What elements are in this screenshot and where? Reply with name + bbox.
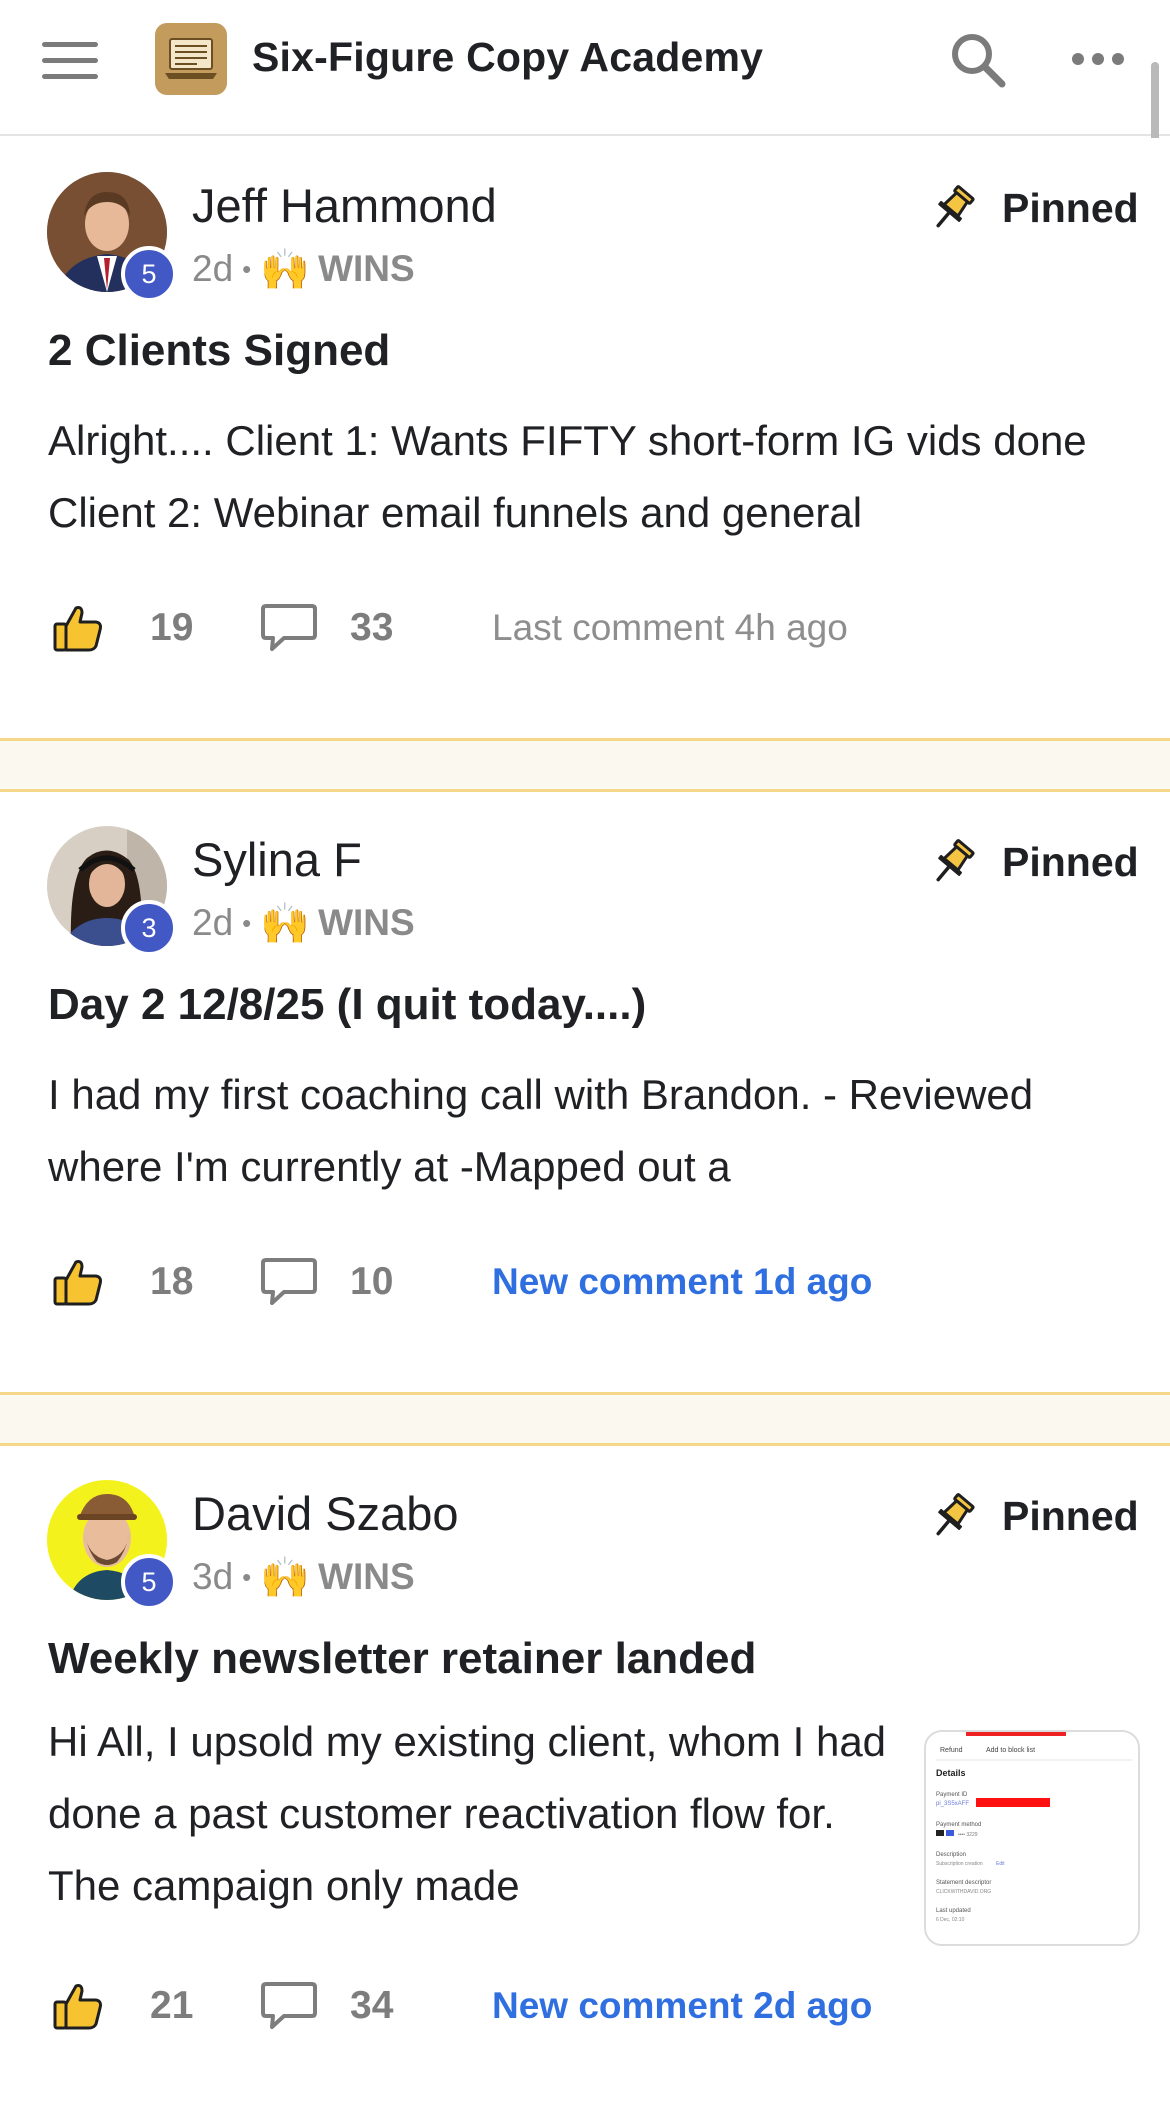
pinned-label: Pinned: [1002, 838, 1139, 885]
post-title[interactable]: 2 Clients Signed: [48, 326, 390, 376]
payment-details-preview: Refund Add to block list Details Payment…: [936, 1732, 1132, 1923]
comment-button[interactable]: 10: [260, 1256, 430, 1308]
author-name[interactable]: Jeff Hammond: [192, 178, 497, 233]
post-card[interactable]: 5 Jeff Hammond 2d • 🙌 WINS Pinned 2 Clie…: [0, 138, 1170, 738]
pinned-indicator: Pinned: [928, 178, 1139, 238]
thumbs-up-icon: [53, 1260, 102, 1306]
post-time: 2d: [192, 248, 234, 289]
author-name[interactable]: David Szabo: [192, 1486, 459, 1541]
post-time: 2d: [192, 902, 234, 943]
category-label[interactable]: WINS: [318, 248, 415, 290]
pinned-indicator: Pinned: [928, 1486, 1139, 1546]
post-meta: 2d • 🙌 WINS: [192, 898, 415, 948]
pinned-indicator: Pinned: [928, 832, 1139, 892]
raising-hands-icon: 🙌: [260, 247, 311, 292]
like-count: 18: [150, 1260, 194, 1303]
updated-value: 6 Dec, 02:10: [936, 1917, 965, 1923]
comment-bubble-icon: [261, 1258, 317, 1305]
comment-count: 33: [350, 606, 394, 649]
category-label[interactable]: WINS: [318, 1556, 415, 1598]
avatar[interactable]: 3: [47, 826, 183, 956]
block-list-label: Add to block list: [986, 1747, 1035, 1754]
statement-value: CLICKWITHDAVID.ORG: [936, 1889, 991, 1895]
pin-icon: [936, 185, 975, 228]
pin-icon: [936, 839, 975, 882]
raising-hands-icon: 🙌: [260, 901, 311, 946]
thumbs-up-icon: [53, 1984, 102, 2030]
comment-button[interactable]: 33: [260, 602, 430, 654]
top-bar: Six-Figure Copy Academy: [0, 0, 1170, 136]
avatar[interactable]: 5: [47, 1480, 183, 1610]
description-value: Subscription creation: [936, 1861, 983, 1867]
level-badge: 5: [121, 1554, 177, 1610]
details-heading: Details: [936, 1768, 966, 1778]
comment-bubble-icon: [261, 604, 317, 651]
like-count: 19: [150, 606, 194, 649]
post-card[interactable]: 3 Sylina F 2d • 🙌 WINS Pinned Day 2 12/8…: [0, 792, 1170, 1392]
last-comment-time: Last comment 4h ago: [492, 607, 848, 648]
payment-method-value: •••• 3229: [958, 1832, 978, 1838]
post-actions: 21 34 New comment 2d ago: [52, 1976, 872, 2036]
comment-button[interactable]: 34: [260, 1980, 430, 2032]
post-title[interactable]: Weekly newsletter retainer landed: [48, 1634, 756, 1684]
post-actions: 19 33 Last comment 4h ago: [52, 598, 848, 658]
post-card[interactable]: 5 David Szabo 3d • 🙌 WINS Pinned Weekly …: [0, 1446, 1170, 2116]
author-name[interactable]: Sylina F: [192, 832, 362, 887]
pinned-label: Pinned: [1002, 184, 1139, 231]
like-button[interactable]: 21: [52, 1980, 230, 2032]
level-badge: 3: [121, 900, 177, 956]
post-time: 3d: [192, 1556, 234, 1597]
category-label[interactable]: WINS: [318, 902, 415, 944]
payment-id-value: pi_3S5xAFF: [936, 1801, 969, 1807]
comment-count: 10: [350, 1260, 394, 1303]
attachment-thumbnail[interactable]: Refund Add to block list Details Payment…: [924, 1730, 1140, 1946]
comment-bubble-icon: [261, 1982, 317, 2029]
comment-count: 34: [350, 1984, 394, 2027]
statement-label: Statement descriptor: [936, 1880, 991, 1886]
payment-id-label: Payment ID: [936, 1792, 968, 1798]
meta-separator: •: [242, 253, 252, 284]
description-label: Description: [936, 1852, 966, 1858]
post-separator: [0, 1392, 1170, 1446]
meta-separator: •: [242, 1561, 252, 1592]
post-body[interactable]: Alright.... Client 1: Wants FIFTY short-…: [48, 405, 1128, 549]
post-body[interactable]: Hi All, I upsold my existing client, who…: [48, 1706, 904, 1922]
laptop-logo-icon[interactable]: [155, 23, 227, 95]
post-meta: 2d • 🙌 WINS: [192, 244, 415, 294]
search-icon[interactable]: [948, 30, 1006, 88]
avatar[interactable]: 5: [47, 172, 183, 302]
pin-icon: [936, 1493, 975, 1536]
like-count: 21: [150, 1984, 194, 2027]
new-comment-link[interactable]: New comment 2d ago: [492, 1985, 872, 2027]
thumbs-up-icon: [53, 606, 102, 652]
updated-label: Last updated: [936, 1908, 971, 1914]
raising-hands-icon: 🙌: [260, 1555, 311, 1600]
refund-label: Refund: [940, 1747, 963, 1754]
post-body[interactable]: I had my first coaching call with Brando…: [48, 1059, 1128, 1203]
pinned-label: Pinned: [1002, 1492, 1139, 1539]
description-edit: Edit: [996, 1861, 1005, 1867]
post-actions: 18 10 New comment 1d ago: [52, 1252, 872, 1312]
level-badge: 5: [121, 246, 177, 302]
new-comment-link[interactable]: New comment 1d ago: [492, 1261, 872, 1303]
more-horizontal-icon[interactable]: [1070, 50, 1126, 68]
group-title[interactable]: Six-Figure Copy Academy: [252, 34, 763, 81]
meta-separator: •: [242, 907, 252, 938]
like-button[interactable]: 19: [52, 602, 230, 654]
payment-method-label: Payment method: [936, 1822, 981, 1828]
like-button[interactable]: 18: [52, 1256, 230, 1308]
post-title[interactable]: Day 2 12/8/25 (I quit today....): [48, 980, 646, 1030]
post-meta: 3d • 🙌 WINS: [192, 1552, 415, 1602]
hamburger-menu-icon[interactable]: [42, 42, 98, 82]
post-separator: [0, 738, 1170, 792]
